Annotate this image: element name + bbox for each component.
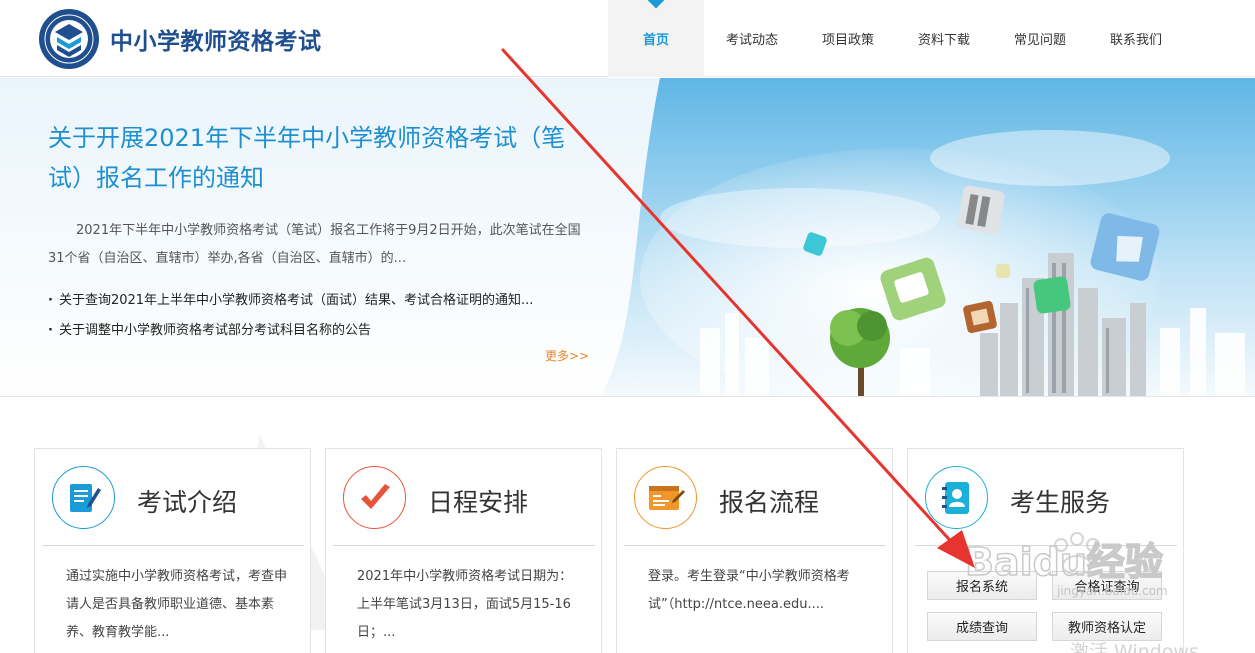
card-exam-intro[interactable]: 考试介绍 通过实施中小学教师资格考试，考查申请人是否具备教师职业道德、基本素养、…	[34, 448, 311, 653]
card-text: 登录。考生登录“中小学教师资格考试”（http://ntce.neea.edu.…	[648, 569, 850, 612]
score-query-button[interactable]: 成绩查询	[927, 612, 1037, 641]
card-title: 日程安排	[428, 488, 529, 517]
divider	[915, 545, 1177, 546]
card-title: 报名流程	[719, 488, 820, 517]
education-badge-icon[interactable]	[38, 8, 100, 70]
contact-book-icon	[925, 466, 988, 529]
banner-headline[interactable]: 关于开展2021年下半年中小学教师资格考试（笔试）报名工作的通知	[48, 118, 578, 198]
checkmark-icon	[343, 466, 406, 529]
card-text: 2021年中小学教师资格考试日期为：上半年笔试3月13日，面试5月15-16日；…	[357, 569, 573, 640]
certificate-query-button[interactable]: 合格证查询	[1052, 571, 1162, 600]
site-title[interactable]: 中小学教师资格考试	[110, 22, 322, 56]
divider	[42, 545, 304, 546]
nav-item-faq[interactable]: 常见问题	[992, 0, 1088, 77]
news-item[interactable]: 关于调整中小学教师资格考试部分考试科目名称的公告	[48, 316, 588, 346]
document-pen-icon	[52, 466, 115, 529]
card-title: 考生服务	[1010, 488, 1111, 517]
card-schedule[interactable]: 日程安排 2021年中小学教师资格考试日期为：上半年笔试3月13日，面试5月15…	[325, 448, 602, 653]
hero-banner: 关于开展2021年下半年中小学教师资格考试（笔试）报名工作的通知 2021年下半…	[0, 78, 1255, 397]
more-link[interactable]: 更多>>	[545, 347, 589, 364]
divider	[333, 545, 595, 546]
card-candidate-services: 考生服务 报名系统 合格证查询 成绩查询 教师资格认定	[907, 448, 1184, 653]
card-text: 通过实施中小学教师资格考试，考查申请人是否具备教师职业道德、基本素养、教育教学能…	[66, 569, 288, 640]
city-banner-illustration	[600, 78, 1255, 396]
card-title: 考试介绍	[137, 488, 238, 517]
activate-windows-text: 激活 Windows	[1070, 641, 1199, 653]
nav-item-contact[interactable]: 联系我们	[1088, 0, 1184, 77]
nav-item-home[interactable]: 首页	[608, 0, 704, 77]
page: 中小学教师资格考试 首页 考试动态 项目政策 资料下载 常见问题 联系我们 关于…	[0, 0, 1255, 653]
divider	[624, 545, 886, 546]
banner-summary: 2021年下半年中小学教师资格考试（笔试）报名工作将于9月2日开始，此次笔试在全…	[48, 223, 581, 266]
site-header: 中小学教师资格考试 首页 考试动态 项目政策 资料下载 常见问题 联系我们	[0, 0, 1255, 77]
card-registration-process[interactable]: 报名流程 登录。考生登录“中小学教师资格考试”（http://ntce.neea…	[616, 448, 893, 653]
news-item[interactable]: 关于查询2021年上半年中小学教师资格考试（面试）结果、考试合格证明的通知...	[48, 286, 588, 316]
nav-item-policy[interactable]: 项目政策	[800, 0, 896, 77]
nav-item-exam-news[interactable]: 考试动态	[704, 0, 800, 77]
nav-item-downloads[interactable]: 资料下载	[896, 0, 992, 77]
main-nav: 首页 考试动态 项目政策 资料下载 常见问题 联系我们	[608, 0, 1184, 77]
registration-system-button[interactable]: 报名系统	[927, 571, 1037, 600]
form-edit-icon	[634, 466, 697, 529]
news-list: 关于查询2021年上半年中小学教师资格考试（面试）结果、考试合格证明的通知...…	[48, 286, 588, 346]
